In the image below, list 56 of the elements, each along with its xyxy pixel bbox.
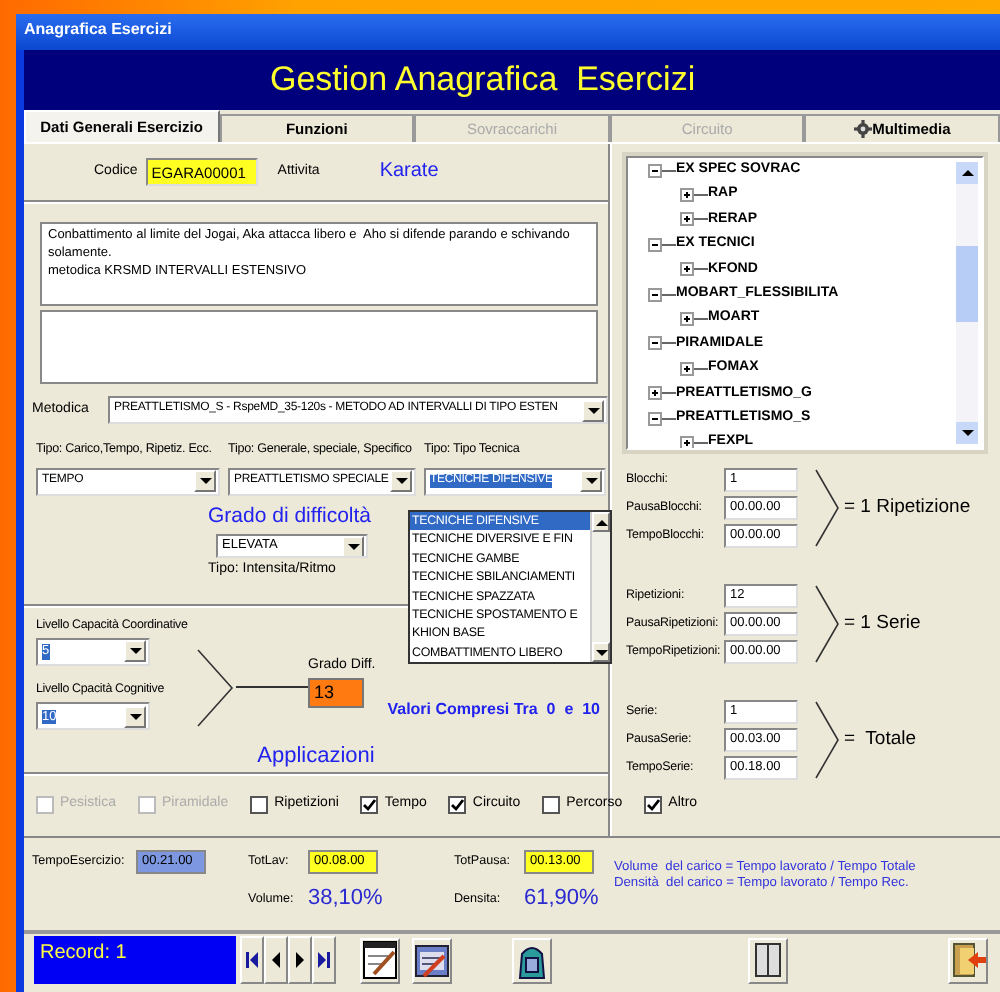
activity-value: Karate bbox=[379, 160, 439, 184]
window-title: Anagrafica Esercizi bbox=[24, 20, 172, 38]
first-icon[interactable] bbox=[244, 948, 260, 972]
checkbox[interactable] bbox=[360, 795, 379, 814]
record-indicator: Record: 1 bbox=[40, 942, 127, 966]
first-record-button[interactable] bbox=[240, 936, 264, 984]
collapse-icon[interactable] bbox=[648, 163, 676, 178]
grade-field[interactable]: 13 bbox=[308, 677, 364, 708]
collapse-icon[interactable] bbox=[648, 237, 676, 252]
collapse-icon[interactable] bbox=[648, 336, 676, 351]
checkbox[interactable] bbox=[250, 795, 269, 814]
collapse-icon[interactable] bbox=[648, 411, 676, 426]
bracket-drawing bbox=[814, 584, 842, 664]
next-icon[interactable] bbox=[292, 948, 308, 972]
expand-icon[interactable] bbox=[680, 188, 708, 203]
expand-icon[interactable] bbox=[680, 361, 708, 376]
percent-value: 61,90% bbox=[524, 886, 599, 913]
dropdown-arrow-icon[interactable] bbox=[345, 539, 361, 554]
header-title: Gestion Anagrafica Esercizi bbox=[270, 59, 696, 101]
expand-icon[interactable] bbox=[680, 435, 708, 448]
scrollbar[interactable] bbox=[956, 162, 978, 444]
dropdown-arrow-icon[interactable] bbox=[197, 474, 213, 489]
previous-icon[interactable] bbox=[268, 948, 284, 972]
notes-field[interactable] bbox=[40, 310, 598, 384]
result-label: = 1 Serie bbox=[844, 612, 921, 636]
expand-icon[interactable] bbox=[680, 212, 708, 227]
dropdown-arrow-icon[interactable] bbox=[393, 474, 409, 489]
scroll-up-icon[interactable] bbox=[959, 166, 975, 180]
bracket-drawing bbox=[814, 700, 842, 780]
dropdown-arrow-icon[interactable] bbox=[585, 403, 601, 417]
scroll-up-icon[interactable] bbox=[593, 515, 609, 529]
scroll-down-icon[interactable] bbox=[959, 426, 975, 440]
dropdown-arrow-icon[interactable] bbox=[127, 644, 143, 659]
expand-icon[interactable] bbox=[680, 262, 708, 277]
next-record-button[interactable] bbox=[288, 936, 312, 984]
collapse-icon[interactable] bbox=[648, 287, 676, 302]
last-icon[interactable] bbox=[316, 948, 332, 972]
scrollbar[interactable] bbox=[590, 512, 610, 663]
dropdown-arrow-icon[interactable] bbox=[583, 474, 599, 489]
section-title: Grado di difficoltà bbox=[208, 503, 372, 529]
previous-record-button[interactable] bbox=[264, 936, 288, 984]
scroll-down-icon[interactable] bbox=[593, 645, 609, 660]
section-title: Applicazioni bbox=[257, 743, 375, 768]
checkbox[interactable] bbox=[542, 795, 561, 814]
last-record-button[interactable] bbox=[312, 936, 336, 984]
expand-icon[interactable] bbox=[680, 312, 708, 327]
dropdown-arrow-icon[interactable] bbox=[127, 709, 143, 724]
result-label: = 1 Ripetizione bbox=[844, 496, 971, 520]
percent-value: 38,10% bbox=[308, 886, 383, 913]
bracket-drawing bbox=[814, 468, 842, 548]
result-label: = Totale bbox=[844, 728, 917, 752]
range-note: Valori Compresi Tra 0 e 10 bbox=[387, 699, 600, 722]
gear-icon bbox=[854, 120, 873, 138]
checkbox[interactable] bbox=[644, 795, 663, 814]
expand-icon[interactable] bbox=[648, 386, 676, 401]
checkbox[interactable] bbox=[448, 795, 467, 814]
